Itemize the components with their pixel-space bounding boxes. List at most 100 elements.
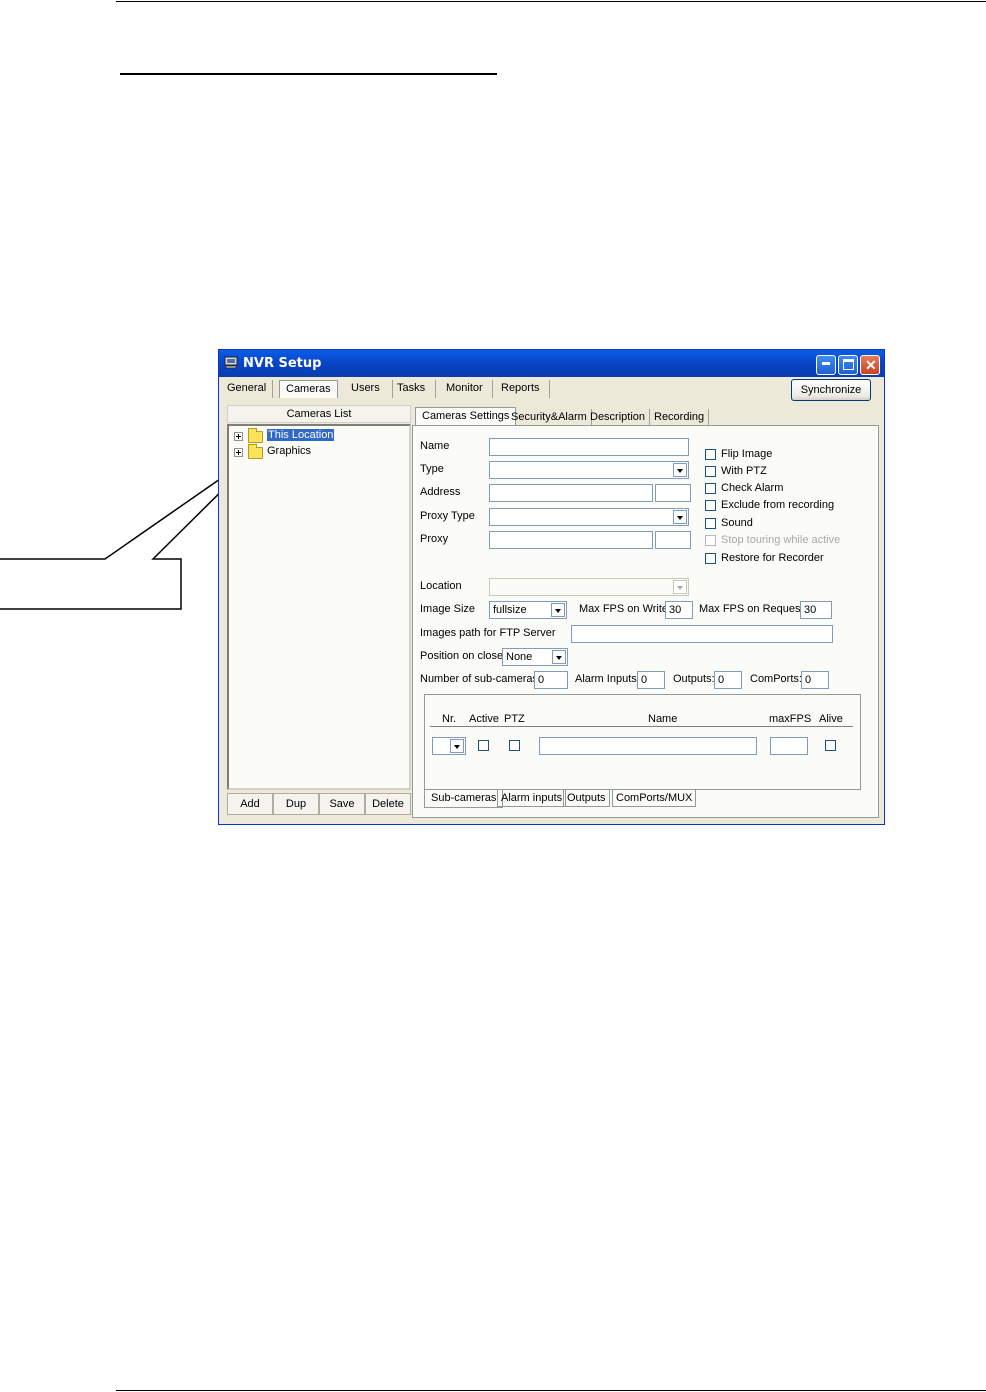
tab-tasks[interactable]: Tasks <box>387 380 437 398</box>
folder-icon <box>248 444 263 459</box>
restore-recorder-label: Restore for Recorder <box>721 552 824 564</box>
restore-recorder-checkbox[interactable] <box>705 553 716 564</box>
sound-checkbox[interactable] <box>705 518 716 529</box>
name-field[interactable] <box>489 438 689 456</box>
tab-monitor[interactable]: Monitor <box>437 380 493 398</box>
tree-item-this-location[interactable]: This Location <box>267 429 335 441</box>
location-select <box>489 578 689 596</box>
outputs-field[interactable]: 0 <box>714 671 742 689</box>
check-alarm-checkbox[interactable] <box>705 483 716 494</box>
expand-this-location-icon[interactable] <box>234 432 243 441</box>
location-label: Location <box>420 580 462 592</box>
with-ptz-checkbox[interactable] <box>705 466 716 477</box>
position-on-close-label: Position on close <box>420 650 504 662</box>
image-size-value: fullsize <box>493 604 527 616</box>
tree-item-graphics[interactable]: Graphics <box>267 445 311 457</box>
tab-cameras-settings[interactable]: Cameras Settings <box>415 407 517 425</box>
sub-camera-ptz-checkbox[interactable] <box>509 740 520 751</box>
ftp-path-field[interactable] <box>571 625 833 643</box>
name-label: Name <box>420 440 450 452</box>
sound-label: Sound <box>721 517 753 529</box>
delete-button[interactable]: Delete <box>365 793 411 815</box>
stop-touring-checkbox <box>705 535 716 546</box>
ftp-path-label: Images path for FTP Server <box>420 627 556 639</box>
flip-image-checkbox[interactable] <box>705 449 716 460</box>
type-select[interactable] <box>489 461 689 479</box>
minimize-icon <box>822 362 830 365</box>
add-button[interactable]: Add <box>227 793 273 815</box>
chevron-down-icon <box>450 739 464 753</box>
nvr-setup-window: NVR Setup ✕ General Cameras Users Tasks … <box>218 349 885 825</box>
image-size-label: Image Size <box>420 603 476 615</box>
save-button[interactable]: Save <box>319 793 365 815</box>
type-label: Type <box>420 463 444 475</box>
max-fps-write-label: Max FPS on Write <box>579 603 669 615</box>
sub-camera-name-field[interactable] <box>539 737 757 755</box>
comports-field[interactable]: 0 <box>801 671 829 689</box>
max-fps-write-field[interactable]: 30 <box>665 601 693 619</box>
col-active: Active <box>469 713 499 725</box>
minimize-button[interactable] <box>816 355 836 375</box>
close-button[interactable]: ✕ <box>860 355 880 375</box>
proxy-field[interactable] <box>489 531 653 549</box>
chevron-down-icon <box>673 510 687 524</box>
max-fps-request-label: Max FPS on Request <box>699 603 804 615</box>
tab-comports-mux[interactable]: ComPorts/MUX <box>612 789 697 807</box>
sub-cameras-panel: Nr. Active PTZ Name maxFPS Alive <box>424 694 861 790</box>
proxy-type-label: Proxy Type <box>420 510 475 522</box>
chevron-down-icon <box>552 650 566 664</box>
proxy-type-select[interactable] <box>489 508 689 526</box>
proxy-label: Proxy <box>420 533 449 545</box>
tab-general[interactable]: General <box>221 380 274 398</box>
dup-button[interactable]: Dup <box>273 793 319 815</box>
synchronize-button[interactable]: Synchronize <box>791 379 871 401</box>
check-alarm-label: Check Alarm <box>721 482 784 494</box>
proxy-port-field[interactable] <box>655 531 691 549</box>
address-port-field[interactable] <box>655 484 691 502</box>
settings-panel: Name Type Address Proxy Type Proxy Flip … <box>412 425 879 818</box>
sub-camera-nr-select[interactable] <box>432 737 466 755</box>
outputs-label: Outputs: <box>673 673 715 685</box>
header-rule <box>430 726 853 727</box>
monitor-icon <box>224 356 238 369</box>
cameras-list-header[interactable]: Cameras List <box>227 405 411 423</box>
sub-camera-alive-checkbox[interactable] <box>825 740 836 751</box>
flip-image-label: Flip Image <box>721 448 773 460</box>
alarm-inputs-label: Alarm Inputs: <box>575 673 640 685</box>
folder-icon <box>248 428 263 443</box>
header-rule <box>116 1 986 2</box>
tab-reports[interactable]: Reports <box>492 380 550 398</box>
chevron-down-icon <box>551 603 565 617</box>
footer-rule <box>116 1390 986 1391</box>
col-maxfps: maxFPS <box>769 713 812 725</box>
col-name: Name <box>648 713 678 725</box>
cameras-tree[interactable]: This Location Graphics <box>227 424 411 790</box>
address-field[interactable] <box>489 484 653 502</box>
sub-cameras-field[interactable]: 0 <box>534 671 568 689</box>
close-icon: ✕ <box>865 357 877 373</box>
position-on-close-select[interactable]: None <box>502 648 568 666</box>
with-ptz-label: With PTZ <box>721 465 767 477</box>
position-on-close-value: None <box>506 651 533 663</box>
tab-cameras[interactable]: Cameras <box>279 380 338 398</box>
exclude-recording-label: Exclude from recording <box>721 499 835 511</box>
chevron-down-icon <box>673 580 687 594</box>
col-alive: Alive <box>819 713 843 725</box>
chevron-down-icon <box>673 463 687 477</box>
col-nr: Nr. <box>442 713 457 725</box>
expand-graphics-icon[interactable] <box>234 448 243 457</box>
alarm-inputs-field[interactable]: 0 <box>637 671 665 689</box>
sub-camera-maxfps-field[interactable] <box>770 737 808 755</box>
image-size-select[interactable]: fullsize <box>489 601 567 619</box>
sub-camera-active-checkbox[interactable] <box>478 740 489 751</box>
tab-sub-cameras[interactable]: Sub-cameras <box>424 790 504 808</box>
window-title: NVR Setup <box>243 356 322 371</box>
heading-underline <box>120 73 497 75</box>
title-bar[interactable]: NVR Setup ✕ <box>219 350 884 377</box>
tab-outputs[interactable]: Outputs <box>563 789 610 807</box>
exclude-recording-checkbox[interactable] <box>705 500 716 511</box>
max-fps-request-field[interactable]: 30 <box>800 601 832 619</box>
tab-users[interactable]: Users <box>339 380 393 398</box>
maximize-button[interactable] <box>838 355 858 375</box>
tab-alarm-inputs[interactable]: Alarm inputs <box>497 789 567 807</box>
